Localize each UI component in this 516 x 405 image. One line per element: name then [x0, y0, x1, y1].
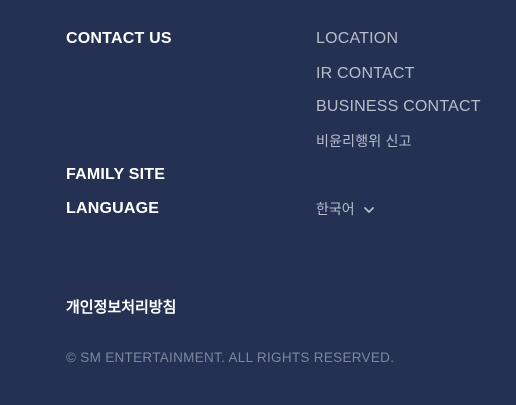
language-select[interactable]: 한국어	[316, 198, 375, 220]
language-selected-value: 한국어	[316, 201, 355, 217]
privacy-policy-link[interactable]: 개인정보처리방침	[66, 298, 176, 318]
contact-us-heading: CONTACT US	[66, 30, 172, 47]
location-link[interactable]: LOCATION	[316, 29, 398, 49]
site-footer: CONTACT US LOCATION IR CONTACT BUSINESS …	[0, 0, 516, 405]
chevron-down-icon	[363, 203, 375, 215]
ir-contact-link[interactable]: IR CONTACT	[316, 64, 415, 84]
family-site-toggle[interactable]: FAMILY SITE	[66, 165, 165, 185]
business-contact-link[interactable]: BUSINESS CONTACT	[316, 97, 481, 117]
ethics-report-link[interactable]: 비윤리행위 신고	[316, 131, 412, 151]
copyright-text: © SM ENTERTAINMENT. ALL RIGHTS RESERVED.	[66, 350, 395, 365]
language-heading: LANGUAGE	[66, 200, 160, 217]
